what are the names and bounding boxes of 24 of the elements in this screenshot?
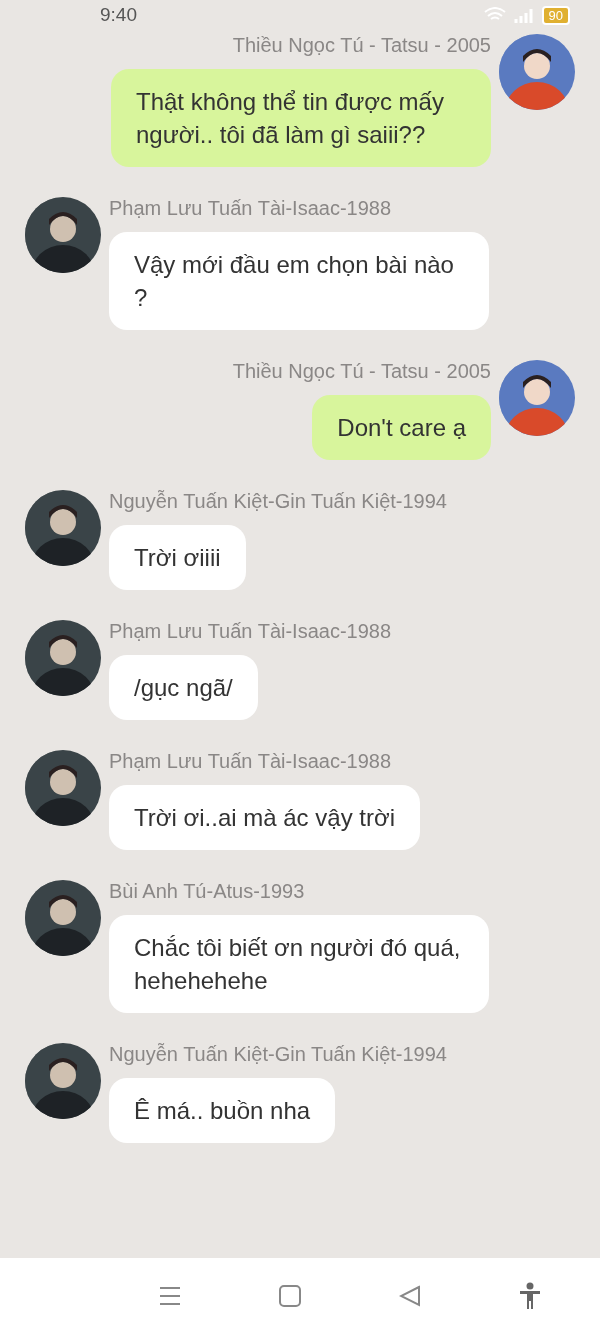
sender-name: Nguyễn Tuấn Kiệt-Gin Tuấn Kiệt-1994	[109, 490, 447, 513]
sender-name: Phạm Lưu Tuấn Tài-Isaac-1988	[109, 620, 392, 643]
message-bubble: Trời ơiiii	[109, 525, 246, 590]
battery-indicator: 90	[541, 5, 570, 25]
home-icon[interactable]	[279, 1284, 301, 1307]
message-bubble: Thật không thể tin được mấy người.. tôi đã làm gì saiii??	[111, 69, 491, 167]
wifi-icon	[483, 7, 506, 23]
status-time: 9:40	[100, 4, 137, 26]
menu-icon[interactable]	[159, 1285, 181, 1306]
message-bubble: Ê má.. buồn nha	[109, 1078, 336, 1143]
sender-name: Thiều Ngọc Tú - Tatsu - 2005	[232, 34, 491, 57]
sender-name: Bùi Anh Tú-Atus-1993	[109, 880, 305, 903]
message-bubble: Trời ơi..ai mà ác vậy trời	[109, 785, 421, 850]
message-bubble: Vậy mới đầu em chọn bài nào ?	[109, 232, 489, 330]
sender-name: Thiều Ngọc Tú - Tatsu - 2005	[232, 360, 491, 383]
sender-name: Nguyễn Tuấn Kiệt-Gin Tuấn Kiệt-1994	[109, 1043, 447, 1066]
message-bubble: Chắc tôi biết ơn người đó quá, hehehehehe	[109, 915, 489, 1013]
accessibility-icon[interactable]	[519, 1281, 541, 1310]
message-bubble: /gục ngã/	[109, 655, 258, 720]
sender-name: Phạm Lưu Tuấn Tài-Isaac-1988	[109, 750, 392, 773]
signal-icon	[513, 7, 534, 23]
back-icon[interactable]	[399, 1284, 421, 1307]
sender-name: Phạm Lưu Tuấn Tài-Isaac-1988	[109, 197, 392, 220]
message-bubble: Don't care ạ	[312, 395, 491, 460]
